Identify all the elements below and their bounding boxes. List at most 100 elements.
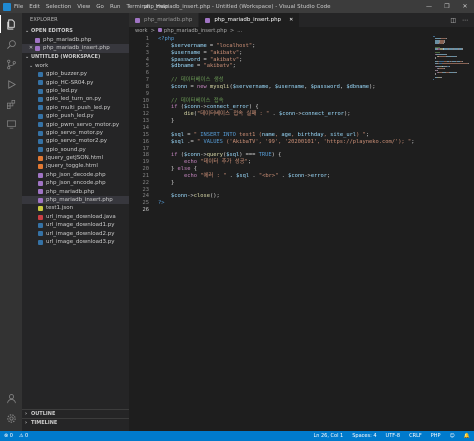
minimize-button[interactable]: — bbox=[420, 0, 438, 13]
indentation[interactable]: Spaces: 4 bbox=[352, 433, 376, 439]
encoding[interactable]: UTF-8 bbox=[386, 433, 401, 439]
folder-work[interactable]: ⌄ work bbox=[22, 62, 129, 70]
file-item[interactable]: gpio_led.py bbox=[22, 87, 129, 95]
line-number: 2 bbox=[145, 42, 149, 49]
vertical-scrollbar[interactable] bbox=[467, 36, 474, 431]
code-token: "akibatv" bbox=[209, 56, 240, 63]
open-editor-item[interactable]: php_mariadb.php bbox=[22, 36, 129, 44]
open-editor-item[interactable]: ✕ php_mariadb_insert.php bbox=[22, 44, 129, 53]
feedback-icon[interactable]: ☺ bbox=[450, 433, 455, 439]
minimap-line bbox=[433, 48, 467, 50]
file-item[interactable]: url_image_download2.py bbox=[22, 230, 129, 238]
minimap[interactable] bbox=[433, 36, 469, 96]
file-type-icon bbox=[38, 113, 43, 119]
split-editor-icon[interactable]: ◫ bbox=[450, 17, 456, 24]
file-label: url_image_download1.py bbox=[46, 222, 115, 229]
file-item[interactable]: test1.json bbox=[22, 204, 129, 212]
source-control-icon[interactable] bbox=[0, 55, 22, 73]
close-tab-icon[interactable]: ✕ bbox=[289, 17, 293, 23]
file-type-icon bbox=[38, 147, 43, 153]
problems-errors[interactable]: ⊗ 0 bbox=[4, 433, 13, 439]
code-line: $password = "akibatv"; bbox=[158, 57, 428, 64]
file-item[interactable]: gpio_multi_push_led.py bbox=[22, 104, 129, 112]
file-item[interactable]: php_mariadb_insert.php bbox=[22, 196, 129, 205]
workspace-header[interactable]: ⌄ UNTITLED (WORKSPACE) bbox=[22, 53, 129, 62]
code-editor[interactable]: 1 2 3 4 5 6 7 8 9 10 11 12 13 14 15 16 17 18 19 20 21 22 23 24 2… bbox=[129, 36, 474, 431]
cursor-position[interactable]: Ln 26, Col 1 bbox=[313, 433, 343, 439]
line-number: 20 bbox=[142, 166, 150, 173]
file-label: gpio_push_led.py bbox=[46, 113, 94, 120]
file-item[interactable]: gpio_servo_motor2.py bbox=[22, 137, 129, 145]
code-line: $conn = new mysqli($servername, $usernam… bbox=[158, 84, 428, 91]
line-number-gutter: 1 2 3 4 5 6 7 8 9 10 11 12 13 14 15 16 17 18 19 20 21 22 23 24 2… bbox=[129, 36, 151, 214]
menu-run[interactable]: Run bbox=[110, 4, 121, 10]
file-item[interactable]: php_json_encode.php bbox=[22, 179, 129, 187]
code-token: ) === bbox=[239, 152, 259, 159]
file-item[interactable]: php_json_decode.php bbox=[22, 171, 129, 179]
code-area[interactable]: <?php $servername = "localhost"; $userna… bbox=[158, 36, 428, 207]
more-actions-icon[interactable]: ⋯ bbox=[462, 17, 468, 24]
line-ending[interactable]: CRLF bbox=[409, 433, 422, 439]
file-label: test1.json bbox=[46, 205, 74, 212]
menu-edit[interactable]: Edit bbox=[29, 4, 40, 10]
file-item[interactable]: jquery_toggle.html bbox=[22, 162, 129, 170]
file-item[interactable]: gpio_HC-SR04.py bbox=[22, 79, 129, 87]
minimap-token bbox=[448, 66, 451, 68]
settings-gear-icon[interactable] bbox=[0, 409, 22, 427]
menu-file[interactable]: File bbox=[14, 4, 23, 10]
maximize-button[interactable]: ❐ bbox=[438, 0, 456, 13]
search-icon[interactable] bbox=[0, 35, 22, 53]
code-token: $password bbox=[310, 83, 340, 90]
tab-php-mariadb[interactable]: php_mariadb.php bbox=[129, 13, 200, 27]
code-token: $username bbox=[170, 49, 201, 56]
file-item[interactable]: gpio_buzzer.py bbox=[22, 70, 129, 78]
file-label: php_json_decode.php bbox=[46, 171, 106, 178]
code-token: "데이터 추가 성공" bbox=[200, 159, 248, 166]
line-number: 25 bbox=[142, 200, 150, 207]
problems-warnings[interactable]: ⚠ 0 bbox=[19, 433, 28, 439]
code-token: ('AkibaTV', '99', '20200101', 'https://p… bbox=[222, 138, 412, 145]
menu-selection[interactable]: Selection bbox=[46, 4, 71, 10]
file-label: gpio_HC-SR04.py bbox=[46, 79, 94, 86]
remote-explorer-icon[interactable] bbox=[0, 115, 22, 133]
outline-section[interactable]: › OUTLINE bbox=[22, 409, 129, 418]
code-token: else bbox=[177, 166, 191, 173]
file-item[interactable]: gpio_pwm_servo_motor.py bbox=[22, 121, 129, 129]
file-item[interactable]: gpio_servo_motor.py bbox=[22, 129, 129, 137]
explorer-icon[interactable] bbox=[0, 15, 22, 33]
breadcrumb-folder[interactable]: work bbox=[135, 27, 148, 36]
notifications-bell-icon[interactable]: 🔔 bbox=[464, 433, 470, 439]
run-debug-icon[interactable] bbox=[0, 75, 22, 93]
menu-terminal[interactable]: Terminal bbox=[126, 4, 149, 10]
file-item[interactable]: url_image_download.java bbox=[22, 213, 129, 221]
code-token: echo bbox=[183, 159, 197, 166]
file-item[interactable]: php_mariadb.php bbox=[22, 188, 129, 196]
file-item[interactable]: url_image_download1.py bbox=[22, 221, 129, 229]
editor-tabs: php_mariadb.php php_mariadb_insert.php ✕… bbox=[129, 13, 474, 27]
open-editors-header[interactable]: ⌄ OPEN EDITORS bbox=[22, 27, 129, 36]
tab-php-mariadb-insert[interactable]: php_mariadb_insert.php ✕ bbox=[199, 13, 301, 27]
file-item[interactable]: jquery_getJSON.html bbox=[22, 154, 129, 162]
menu-view[interactable]: View bbox=[77, 4, 90, 10]
breadcrumb-symbol[interactable]: ... bbox=[237, 27, 242, 36]
language-mode[interactable]: PHP bbox=[431, 433, 441, 439]
file-item[interactable]: gpio_sound.py bbox=[22, 146, 129, 154]
menu-help[interactable]: Help bbox=[156, 4, 169, 10]
file-item[interactable]: gpio_led_turn_on.py bbox=[22, 95, 129, 103]
menu-go[interactable]: Go bbox=[96, 4, 104, 10]
file-item[interactable]: gpio_push_led.py bbox=[22, 112, 129, 120]
file-item[interactable]: url_image_download3.py bbox=[22, 238, 129, 246]
line-number: 10 bbox=[142, 97, 150, 104]
breadcrumb-file[interactable]: php_mariadb_insert.php bbox=[157, 27, 227, 36]
file-type-icon bbox=[38, 239, 43, 245]
code-line: } else { bbox=[158, 166, 428, 173]
extensions-icon[interactable] bbox=[0, 95, 22, 113]
close-editor-icon[interactable]: ✕ bbox=[28, 44, 34, 52]
code-token: age bbox=[281, 131, 292, 138]
account-icon[interactable] bbox=[0, 389, 22, 407]
close-window-button[interactable]: ✕ bbox=[456, 0, 474, 13]
timeline-section[interactable]: › TIMELINE bbox=[22, 418, 129, 427]
